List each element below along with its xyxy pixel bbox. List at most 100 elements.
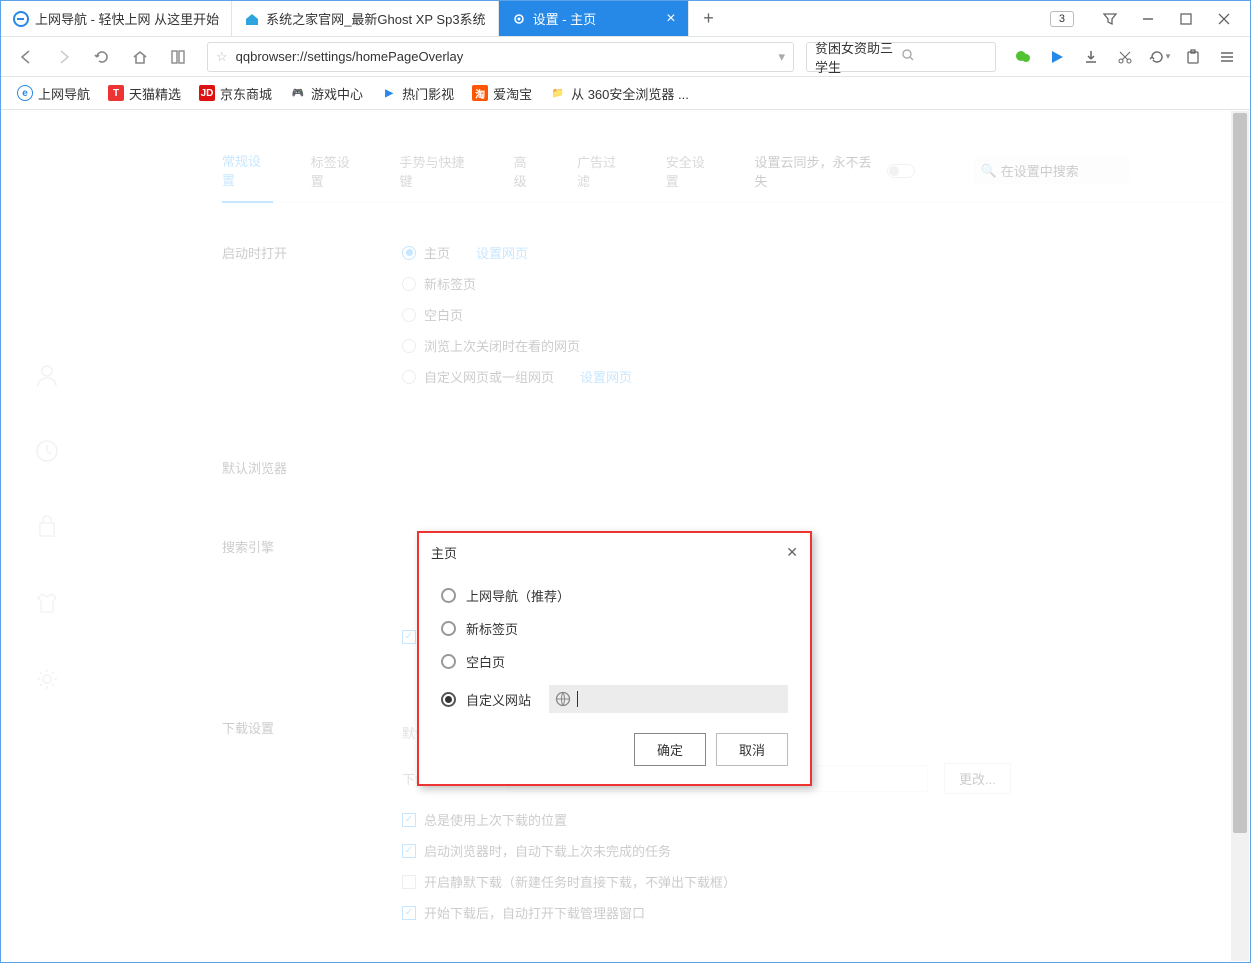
- tab-label: 上网导航 - 轻快上网 从这里开始: [35, 9, 219, 28]
- content-area: 常规设置 标签设置 手势与快捷键 高级 广告过滤 安全设置 设置云同步，永不丢失…: [2, 111, 1249, 961]
- bookmark-item[interactable]: 🎮游戏中心: [290, 84, 363, 103]
- radio[interactable]: [402, 339, 416, 353]
- bag-icon[interactable]: [33, 513, 61, 541]
- reload-button[interactable]: [85, 40, 119, 74]
- checkbox[interactable]: ✓: [402, 844, 416, 858]
- maximize-button[interactable]: [1168, 5, 1204, 33]
- tmall-icon: T: [108, 85, 124, 101]
- sync-switch[interactable]: [887, 164, 914, 178]
- clipboard-icon[interactable]: [1178, 42, 1208, 72]
- download-badge[interactable]: 3: [1050, 11, 1074, 27]
- e-icon: e: [17, 85, 33, 101]
- bookmarks-bar: e上网导航 T天猫精选 JD京东商城 🎮游戏中心 ▶热门影视 淘爱淘宝 📁从 3…: [1, 76, 1250, 110]
- radio[interactable]: [402, 246, 416, 260]
- settings-page: 常规设置 标签设置 手势与快捷键 高级 广告过滤 安全设置 设置云同步，永不丢失…: [2, 111, 1249, 934]
- filter-icon[interactable]: [1092, 5, 1128, 33]
- clock-icon[interactable]: [33, 437, 61, 465]
- nav-tab-advanced[interactable]: 高级: [514, 152, 539, 190]
- set-page-link[interactable]: 设置网页: [580, 367, 632, 386]
- minimize-button[interactable]: [1130, 5, 1166, 33]
- tab-close-icon[interactable]: ×: [666, 10, 675, 28]
- tab-favicon-house-icon: [244, 11, 260, 27]
- scissors-icon[interactable]: [1110, 42, 1140, 72]
- tab-1[interactable]: 系统之家官网_最新Ghost XP Sp3系统: [232, 1, 498, 36]
- cloud-sync[interactable]: 设置云同步，永不丢失: [755, 152, 915, 190]
- radio[interactable]: [441, 588, 456, 603]
- homepage-dialog: 主页 ✕ 上网导航（推荐） 新标签页 空白页 自定义网站 确定 取消: [417, 531, 812, 786]
- radio[interactable]: [402, 277, 416, 291]
- wechat-icon[interactable]: [1008, 42, 1038, 72]
- gear-icon[interactable]: [33, 665, 61, 693]
- nav-tab-security[interactable]: 安全设置: [666, 152, 717, 190]
- window-controls: 3: [1050, 5, 1250, 33]
- set-page-link[interactable]: 设置网页: [476, 243, 528, 262]
- forward-button[interactable]: [47, 40, 81, 74]
- address-bar[interactable]: ☆ qqbrowser://settings/homePageOverlay ▾: [207, 42, 794, 72]
- globe-icon: [555, 691, 571, 707]
- library-button[interactable]: [161, 40, 195, 74]
- bookmark-star-icon[interactable]: ☆: [216, 49, 228, 65]
- toolbar-right: ▾: [1000, 42, 1242, 72]
- home-button[interactable]: [123, 40, 157, 74]
- section-title: 搜索引擎: [222, 537, 402, 658]
- checkbox[interactable]: ✓: [402, 630, 416, 644]
- dialog-close-icon[interactable]: ✕: [786, 544, 798, 561]
- tab-label: 系统之家官网_最新Ghost XP Sp3系统: [266, 9, 485, 28]
- nav-tab-adblock[interactable]: 广告过滤: [577, 152, 628, 190]
- address-dropdown-icon[interactable]: ▾: [778, 49, 785, 65]
- checkbox[interactable]: ✓: [402, 906, 416, 920]
- custom-url-input[interactable]: [549, 685, 788, 713]
- change-path-button[interactable]: 更改...: [944, 763, 1011, 794]
- shirt-icon[interactable]: [33, 589, 61, 617]
- play-icon[interactable]: [1042, 42, 1072, 72]
- download-icon[interactable]: [1076, 42, 1106, 72]
- scrollbar[interactable]: [1231, 111, 1249, 961]
- section-startup: 启动时打开 主页设置网页 新标签页 空白页 浏览上次关闭时在看的网页 自定义网页…: [222, 243, 1249, 398]
- close-window-button[interactable]: [1206, 5, 1242, 33]
- tab-bar: 上网导航 - 轻快上网 从这里开始 系统之家官网_最新Ghost XP Sp3系…: [1, 1, 1250, 36]
- menu-icon[interactable]: [1212, 42, 1242, 72]
- address-url: qqbrowser://settings/homePageOverlay: [236, 49, 779, 64]
- search-box[interactable]: 贫困女资助三学生: [806, 42, 996, 72]
- radio[interactable]: [402, 308, 416, 322]
- bookmark-item[interactable]: JD京东商城: [199, 84, 272, 103]
- settings-nav-tabs: 常规设置 标签设置 手势与快捷键 高级 广告过滤 安全设置 设置云同步，永不丢失…: [222, 151, 1249, 203]
- bookmark-item[interactable]: 淘爱淘宝: [472, 84, 532, 103]
- dialog-title: 主页: [431, 543, 457, 562]
- text-cursor: [577, 691, 578, 707]
- nav-tab-general[interactable]: 常规设置: [222, 151, 273, 203]
- checkbox[interactable]: [402, 875, 416, 889]
- search-icon[interactable]: [901, 48, 987, 65]
- settings-search[interactable]: 🔍在设置中搜索: [973, 157, 1129, 185]
- checkbox[interactable]: ✓: [402, 813, 416, 827]
- cancel-button[interactable]: 取消: [716, 733, 788, 766]
- back-button[interactable]: [9, 40, 43, 74]
- nav-tab-tabs[interactable]: 标签设置: [311, 152, 362, 190]
- undo-icon[interactable]: ▾: [1144, 42, 1174, 72]
- jd-icon: JD: [199, 85, 215, 101]
- radio[interactable]: [441, 621, 456, 636]
- play-icon: ▶: [381, 85, 397, 101]
- section-default-browser: 默认浏览器: [222, 458, 1249, 477]
- bookmark-item[interactable]: ▶热门影视: [381, 84, 454, 103]
- taobao-icon: 淘: [472, 85, 488, 101]
- radio[interactable]: [441, 654, 456, 669]
- folder-icon: 📁: [550, 85, 566, 101]
- ok-button[interactable]: 确定: [634, 733, 706, 766]
- search-icon: 🔍: [981, 163, 997, 179]
- settings-sidebar: [2, 111, 92, 961]
- tab-0[interactable]: 上网导航 - 轻快上网 从这里开始: [1, 1, 232, 36]
- user-icon[interactable]: [33, 361, 61, 389]
- bookmark-item[interactable]: 📁从 360安全浏览器 ...: [550, 84, 689, 103]
- nav-tab-gestures[interactable]: 手势与快捷键: [400, 152, 476, 190]
- bookmark-item[interactable]: e上网导航: [17, 84, 90, 103]
- section-title: 下载设置: [222, 718, 402, 934]
- radio[interactable]: [402, 370, 416, 384]
- new-tab-button[interactable]: +: [689, 1, 729, 36]
- scroll-thumb[interactable]: [1233, 113, 1247, 833]
- bookmark-item[interactable]: T天猫精选: [108, 84, 181, 103]
- browser-window: 上网导航 - 轻快上网 从这里开始 系统之家官网_最新Ghost XP Sp3系…: [0, 0, 1251, 963]
- radio-selected[interactable]: [441, 692, 456, 707]
- tab-2-active[interactable]: 设置 - 主页 ×: [499, 1, 689, 36]
- gamepad-icon: 🎮: [290, 85, 306, 101]
